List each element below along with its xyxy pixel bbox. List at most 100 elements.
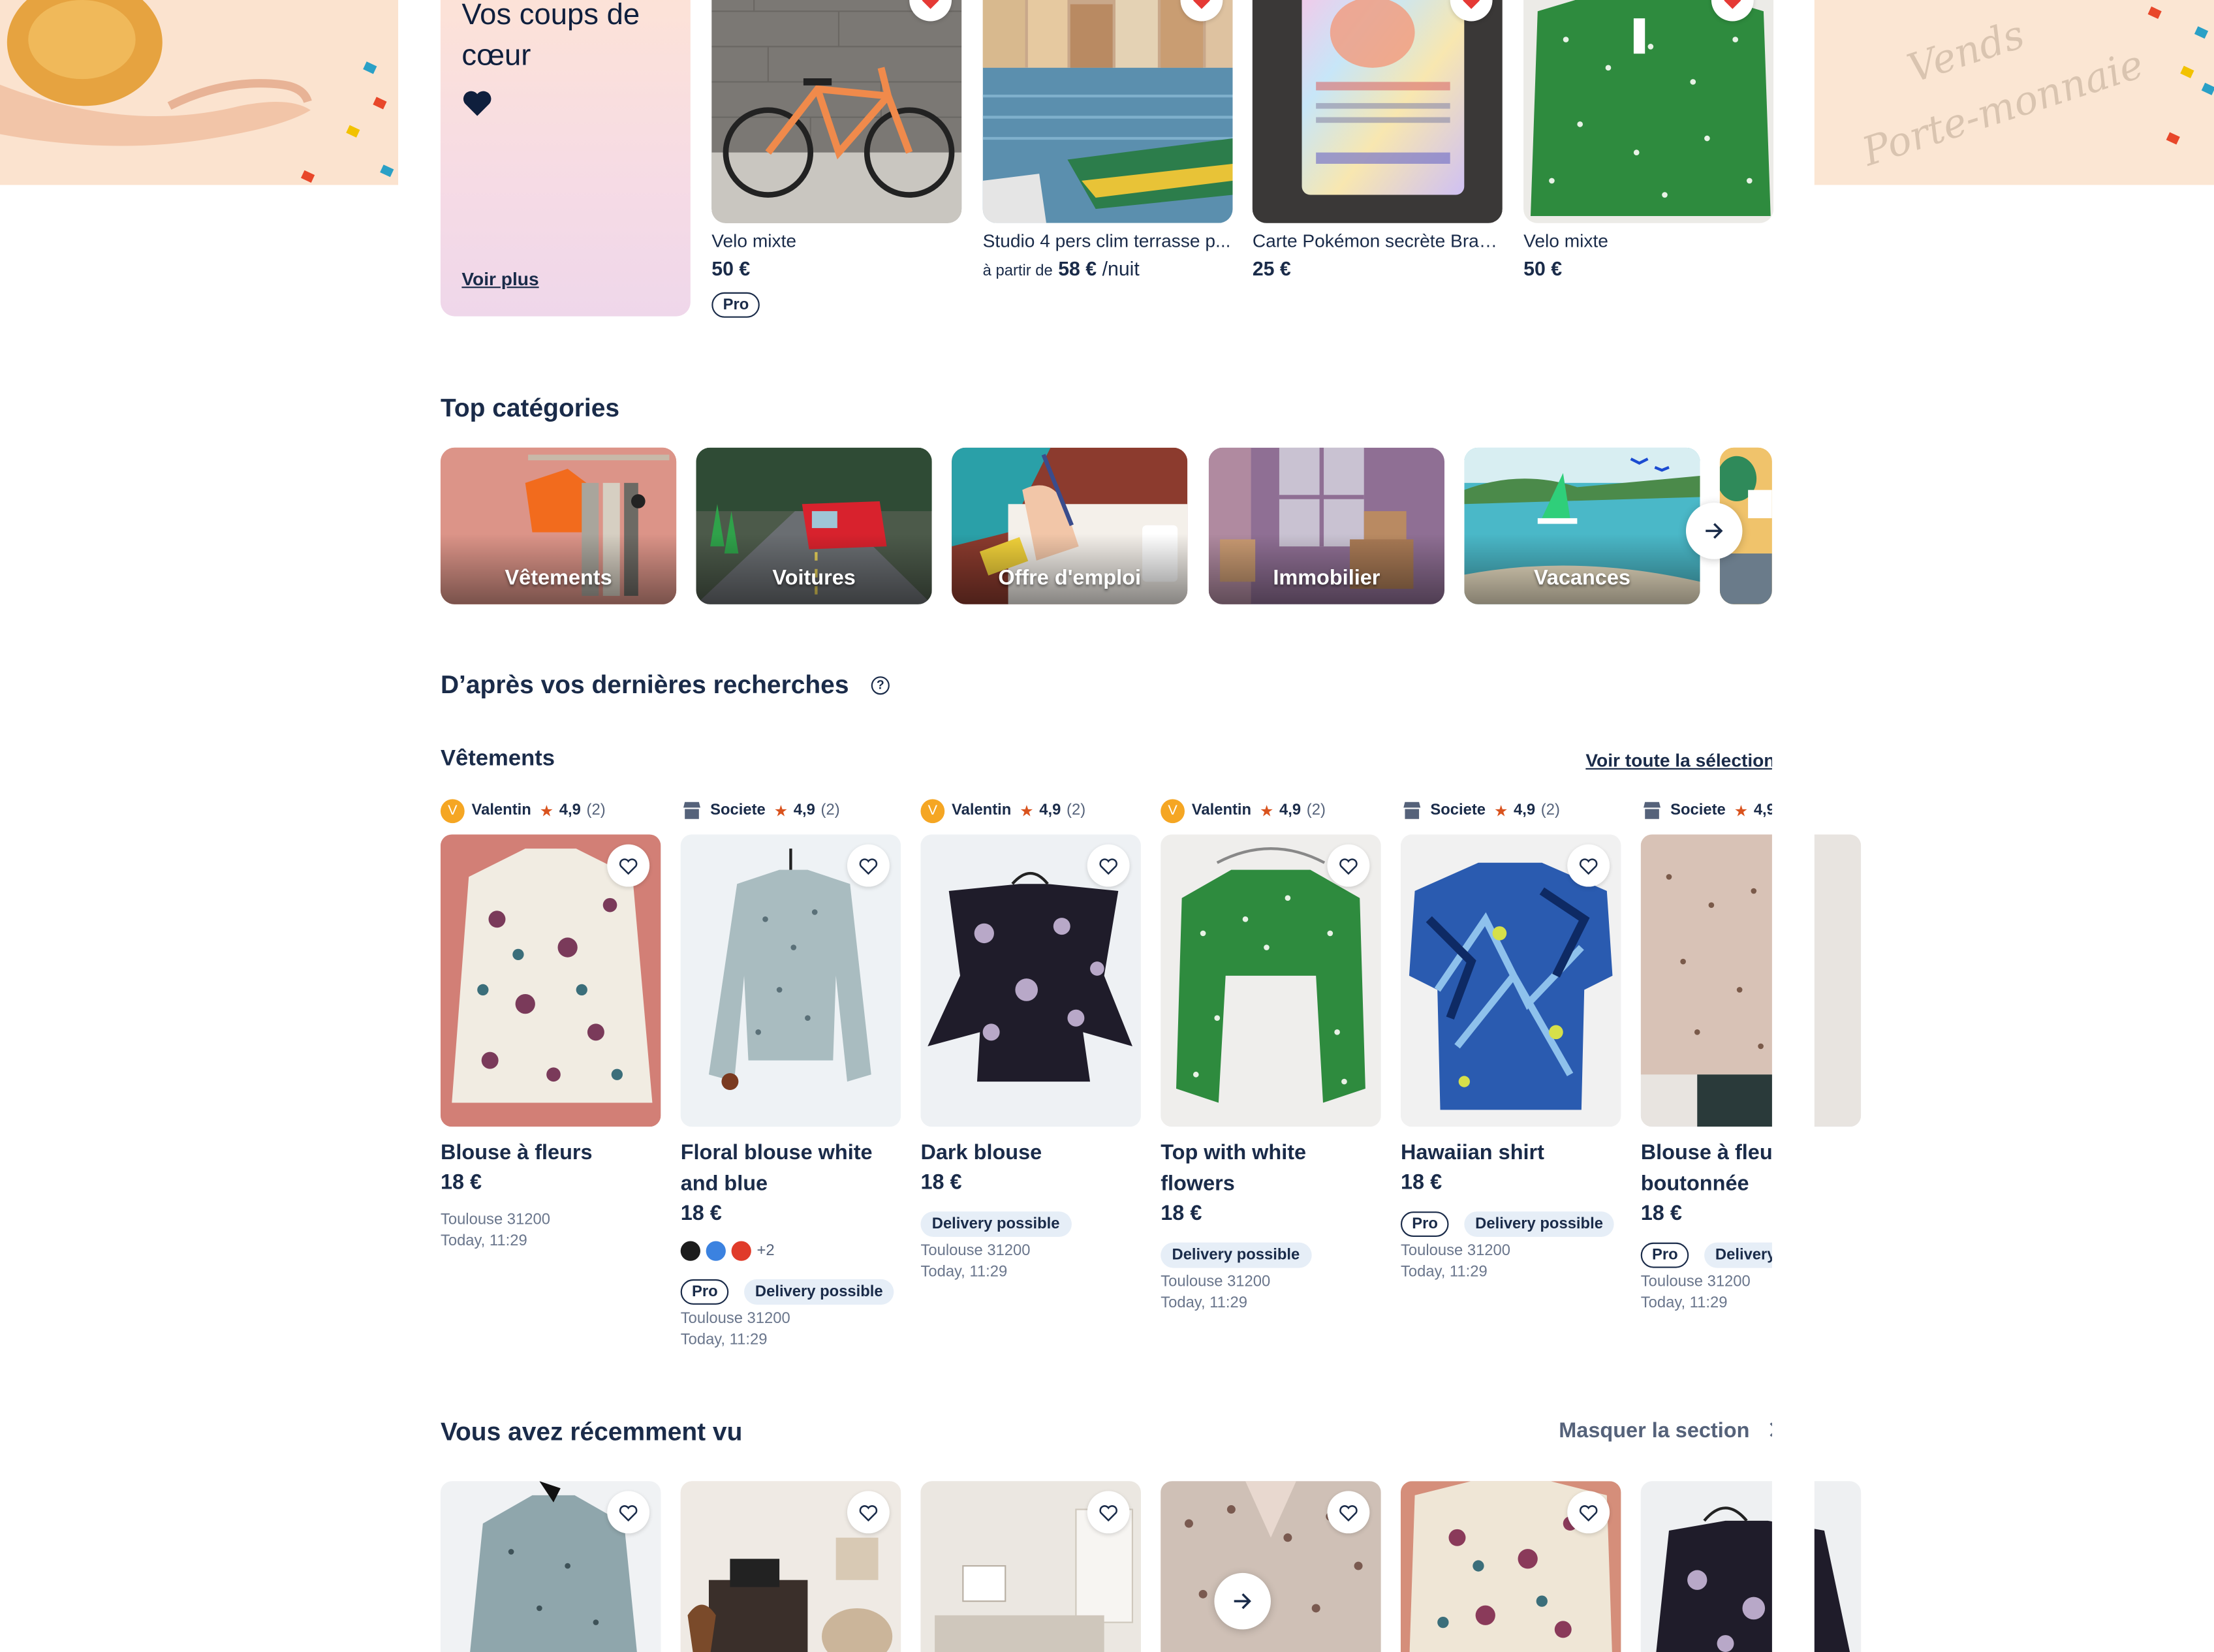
listing-location: Toulouse 31200 <box>920 1242 1031 1260</box>
listing-title: Floral blouse white and blue <box>680 1140 873 1196</box>
recent-item[interactable] <box>1161 1481 1381 1652</box>
recently-viewed-title: Vous avez récemment vu <box>440 1417 743 1446</box>
favorite-heart-button[interactable] <box>607 1491 650 1534</box>
seller-name: Societe <box>1670 802 1726 819</box>
listing-location: Toulouse 31200 <box>440 1211 550 1229</box>
favorite-heart-button[interactable] <box>1087 844 1130 887</box>
listing-price: 50 € <box>711 257 751 280</box>
favorite-heart-button[interactable] <box>1567 1491 1610 1534</box>
favorites-title: Vos coups de cœur <box>461 0 640 72</box>
avatar: V <box>440 798 465 823</box>
seller-info[interactable]: Societe ★ 4,9 (2) <box>681 798 840 823</box>
listing-price: 18 € <box>920 1170 962 1195</box>
heart-filled-icon <box>1463 0 1480 8</box>
listing-price: à partir de 58 € /nuit <box>983 257 1140 280</box>
heart-outline-icon <box>619 1504 638 1521</box>
category-label: Voitures <box>772 566 856 591</box>
pro-badge: Pro <box>680 1279 729 1305</box>
ad-banner-left[interactable] <box>0 0 399 185</box>
listing-price: 50 € <box>1523 257 1563 280</box>
ad-banner-right[interactable]: Vends Porte-monnaie <box>1814 0 2214 185</box>
banner-handwriting-1: Vends <box>1901 10 2030 93</box>
delivery-badge: Delivery possible <box>1161 1242 1311 1268</box>
favorite-heart-button[interactable] <box>1327 1491 1370 1534</box>
category-tile-offre-emploi[interactable]: Offre d'emploi <box>952 447 1188 604</box>
confetti <box>2194 26 2209 39</box>
favorite-heart-button[interactable] <box>847 1491 890 1534</box>
category-label: Immobilier <box>1273 566 1380 591</box>
star-icon: ★ <box>1260 802 1274 820</box>
seller-info[interactable]: Societe ★ 4,9 <box>1641 798 1775 823</box>
categories-next-button[interactable] <box>1685 503 1743 559</box>
hide-section-button[interactable]: Masquer la section <box>1559 1419 1785 1443</box>
price-prefix: à partir de <box>982 262 1053 280</box>
seller-info[interactable]: V Valentin ★ 4,9 (2) <box>440 798 606 823</box>
listing-price: 18 € <box>440 1170 482 1195</box>
seller-info[interactable]: V Valentin ★ 4,9 (2) <box>1161 798 1326 823</box>
heart-outline-icon <box>1099 858 1117 875</box>
listing-price: 25 € <box>1252 257 1291 280</box>
category-tile-immobilier[interactable]: Immobilier <box>1208 447 1445 604</box>
heart-filled-icon <box>922 0 939 8</box>
category-tile-vacances[interactable]: Vacances <box>1464 447 1700 604</box>
listing-location: Toulouse 31200 <box>1640 1273 1751 1291</box>
star-icon: ★ <box>1494 802 1508 820</box>
listing-time: Today, 11:29 <box>1640 1294 1728 1312</box>
seller-name: Valentin <box>471 802 531 819</box>
listing-title: Blouse à fleurs boutonnée <box>1640 1140 1793 1196</box>
rating-count: (2) <box>1306 802 1326 819</box>
heart-filled-icon <box>1193 0 1210 8</box>
rating-count: (2) <box>1540 802 1560 819</box>
pro-badge: Pro <box>711 292 760 318</box>
see-more-favorites-link[interactable]: Voir plus <box>461 268 538 289</box>
shop-icon <box>1644 802 1661 819</box>
category-tile-vetements[interactable]: Vêtements <box>440 447 677 604</box>
favorite-heart-button[interactable] <box>1327 844 1370 887</box>
rating-count: (2) <box>586 802 606 819</box>
rating-count: (2) <box>1067 802 1086 819</box>
seller-rating: 4,9 <box>1279 802 1302 819</box>
heart-outline-icon <box>859 1504 878 1521</box>
see-all-selection-link[interactable]: Voir toute la sélection <box>1585 750 1775 771</box>
listing-title: Dark blouse <box>920 1140 1042 1165</box>
listing-image <box>1252 0 1503 223</box>
star-icon: ★ <box>1020 802 1034 820</box>
pro-badge: Pro <box>1400 1211 1450 1238</box>
recent-item[interactable] <box>440 1481 661 1652</box>
favorite-heart-button[interactable] <box>1567 844 1610 887</box>
delivery-badge: Delivery possible <box>920 1211 1071 1238</box>
listing-location: Toulouse 31200 <box>1400 1242 1511 1260</box>
more-colors: +2 <box>756 1242 775 1260</box>
listing-image <box>1523 0 1774 223</box>
favorite-heart-button[interactable] <box>1087 1491 1130 1534</box>
recent-item[interactable] <box>1640 1481 1862 1652</box>
recent-item[interactable] <box>1400 1481 1621 1652</box>
favorite-heart-button[interactable] <box>607 844 650 887</box>
listing-price: 18 € <box>1400 1170 1442 1195</box>
recently-viewed-next-button[interactable] <box>1214 1572 1271 1630</box>
confetti <box>2201 82 2214 95</box>
listing-image <box>711 0 962 223</box>
help-icon[interactable]: ? <box>871 676 890 695</box>
heart-outline-icon <box>1579 858 1598 875</box>
category-label: Offre d'emploi <box>998 566 1141 591</box>
category-label: Vacances <box>1533 566 1630 591</box>
recent-item[interactable] <box>920 1481 1141 1652</box>
listing-time: Today, 11:29 <box>1400 1264 1488 1281</box>
pro-badge: Pro <box>1640 1242 1690 1268</box>
recent-searches-title: D’après vos dernières recherches <box>440 670 849 699</box>
listing-title: Top with white flowers <box>1161 1140 1307 1196</box>
listing-time: Today, 11:29 <box>680 1331 768 1348</box>
favorites-card[interactable]: Vos coups de cœur Voir plus <box>440 0 691 317</box>
category-tile-voitures[interactable]: Voitures <box>696 447 932 604</box>
seller-info[interactable]: V Valentin ★ 4,9 (2) <box>920 798 1085 823</box>
recent-item[interactable] <box>680 1481 901 1652</box>
arrow-right-icon <box>1234 1593 1251 1610</box>
seller-info[interactable]: Societe ★ 4,9 (2) <box>1401 798 1560 823</box>
favorite-heart-button[interactable] <box>847 844 890 887</box>
listing-time: Today, 11:29 <box>1161 1294 1247 1312</box>
heart-filled-icon <box>1724 0 1741 8</box>
price-value: 58 € <box>1058 257 1097 280</box>
listing-title: Studio 4 pers clim terrasse p... <box>982 230 1231 252</box>
content-clip-gutter <box>1771 423 1815 1652</box>
